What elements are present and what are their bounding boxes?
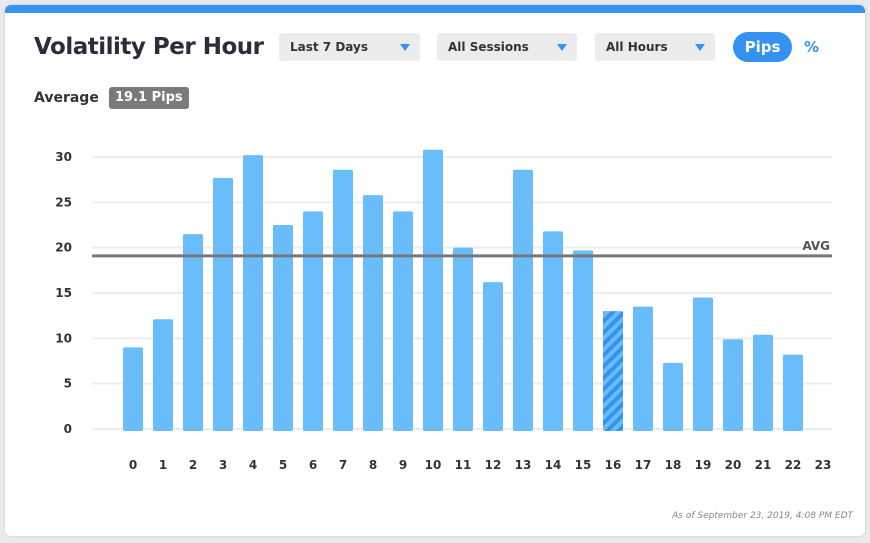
- x-tick-label: 8: [369, 458, 377, 472]
- x-tick-label: 11: [455, 458, 472, 472]
- bar-hour-2[interactable]: [183, 234, 203, 431]
- bar-hour-9[interactable]: [393, 211, 413, 431]
- bar-hour-3[interactable]: [213, 177, 233, 431]
- x-tick-label: 23: [815, 458, 832, 472]
- x-tick-label: 21: [755, 458, 772, 472]
- bar-hour-10[interactable]: [423, 149, 443, 431]
- x-tick-label: 22: [785, 458, 802, 472]
- bar-hour-15[interactable]: [573, 250, 593, 431]
- x-tick-label: 6: [309, 458, 317, 472]
- x-tick-label: 2: [189, 458, 197, 472]
- y-tick-label: 25: [55, 195, 72, 209]
- bar-hour-19[interactable]: [693, 297, 713, 431]
- x-tick-label: 18: [665, 458, 682, 472]
- x-tick-label: 20: [725, 458, 742, 472]
- bar-hour-8[interactable]: [363, 195, 383, 431]
- bar-hour-20[interactable]: [723, 339, 743, 431]
- x-tick-label: 4: [249, 458, 257, 472]
- x-tick-label: 17: [635, 458, 652, 472]
- x-tick-label: 0: [129, 458, 137, 472]
- average-line-label: AVG: [802, 239, 830, 253]
- bar-hour-14[interactable]: [543, 231, 563, 431]
- y-tick-label: 10: [55, 331, 72, 345]
- bar-hour-18[interactable]: [663, 362, 683, 431]
- x-tick-label: 19: [695, 458, 712, 472]
- x-tick-label: 9: [399, 458, 407, 472]
- bar-hour-11[interactable]: [453, 247, 473, 431]
- bar-hour-17[interactable]: [633, 306, 653, 431]
- x-tick-label: 15: [575, 458, 592, 472]
- bar-hour-21[interactable]: [753, 334, 773, 431]
- bar-hour-6[interactable]: [303, 211, 323, 431]
- bar-hour-7[interactable]: [333, 169, 353, 431]
- x-tick-label: 1: [159, 458, 167, 472]
- bar-hour-0[interactable]: [123, 347, 143, 431]
- x-tick-label: 14: [545, 458, 562, 472]
- x-tick-label: 16: [605, 458, 622, 472]
- bar-hour-16[interactable]: [603, 311, 623, 431]
- bar-hour-12[interactable]: [483, 282, 503, 431]
- x-tick-label: 13: [515, 458, 532, 472]
- x-tick-label: 12: [485, 458, 502, 472]
- bar-hour-1[interactable]: [153, 319, 173, 431]
- y-tick-label: 0: [64, 422, 72, 436]
- y-tick-label: 30: [55, 150, 72, 164]
- x-tick-label: 5: [279, 458, 287, 472]
- x-tick-label: 10: [425, 458, 442, 472]
- y-tick-label: 5: [64, 377, 72, 391]
- bar-hour-13[interactable]: [513, 169, 533, 431]
- y-tick-label: 20: [55, 241, 72, 255]
- volatility-bar-chart: AVG 0510152025300 1 2 3 4 5 6 7 8 9 10 11 12 13 14 15 16…: [55, 149, 832, 472]
- bar-hour-22[interactable]: [783, 354, 803, 431]
- bar-hour-4[interactable]: [243, 155, 263, 432]
- x-tick-label: 7: [339, 458, 347, 472]
- x-tick-label: 3: [219, 458, 227, 472]
- y-tick-label: 15: [55, 286, 72, 300]
